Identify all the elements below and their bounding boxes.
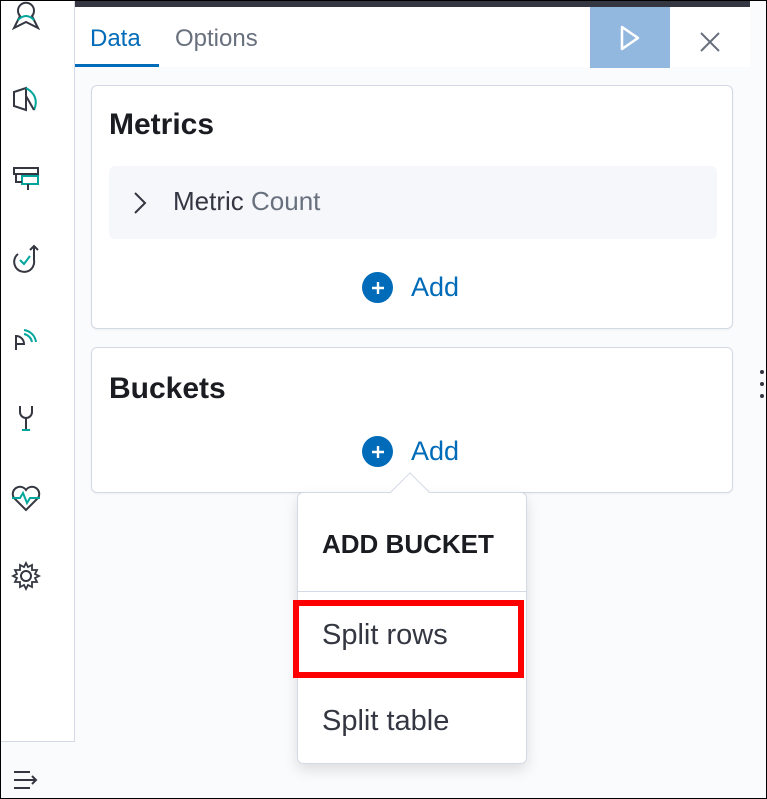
heartbeat-icon[interactable] — [6, 478, 46, 518]
popover-title: ADD BUCKET — [322, 529, 494, 559]
chevron-right-icon[interactable] — [131, 190, 149, 216]
side-nav — [0, 0, 75, 799]
menu-item-split-table[interactable]: Split table — [322, 705, 449, 738]
popover-divider — [298, 591, 526, 592]
apm-icon[interactable] — [6, 318, 46, 358]
close-icon — [700, 32, 720, 52]
close-button[interactable] — [688, 20, 732, 64]
add-metric-label: Add — [411, 272, 460, 302]
tab-data[interactable]: Data — [90, 25, 141, 53]
update-button[interactable] — [590, 7, 670, 68]
active-tab-indicator — [75, 64, 159, 67]
monitoring-icon[interactable] — [6, 158, 46, 198]
collapse-menu-icon[interactable] — [6, 760, 46, 799]
play-icon — [620, 25, 640, 50]
plus-circle-icon — [362, 436, 393, 467]
tab-options[interactable]: Options — [175, 25, 258, 53]
metric-count-row[interactable]: Metric Count — [109, 166, 717, 239]
buckets-title: Buckets — [109, 372, 226, 405]
add-bucket-button[interactable]: Add — [362, 436, 459, 467]
dev-tools-icon[interactable] — [6, 398, 46, 438]
plus-circle-icon — [362, 272, 393, 303]
settings-icon[interactable] — [6, 556, 46, 596]
metrics-panel: Metrics Metric Count Add — [91, 85, 733, 329]
resize-handle[interactable] — [759, 368, 765, 400]
nav-collapse-area — [0, 741, 75, 799]
add-bucket-label: Add — [411, 436, 460, 466]
add-metric-button[interactable]: Add — [362, 272, 459, 303]
top-bar — [75, 0, 750, 7]
uptime-icon[interactable] — [6, 238, 46, 278]
maps-icon[interactable] — [6, 0, 46, 36]
metrics-title: Metrics — [109, 108, 215, 141]
add-bucket-popover: ADD BUCKET Split rows Split table — [297, 492, 527, 764]
metric-name: Metric — [173, 186, 244, 216]
canvas-icon[interactable] — [6, 78, 46, 118]
menu-item-split-rows[interactable]: Split rows — [322, 619, 448, 652]
metric-value: Count — [251, 186, 321, 216]
buckets-panel: Buckets Add — [91, 347, 733, 493]
